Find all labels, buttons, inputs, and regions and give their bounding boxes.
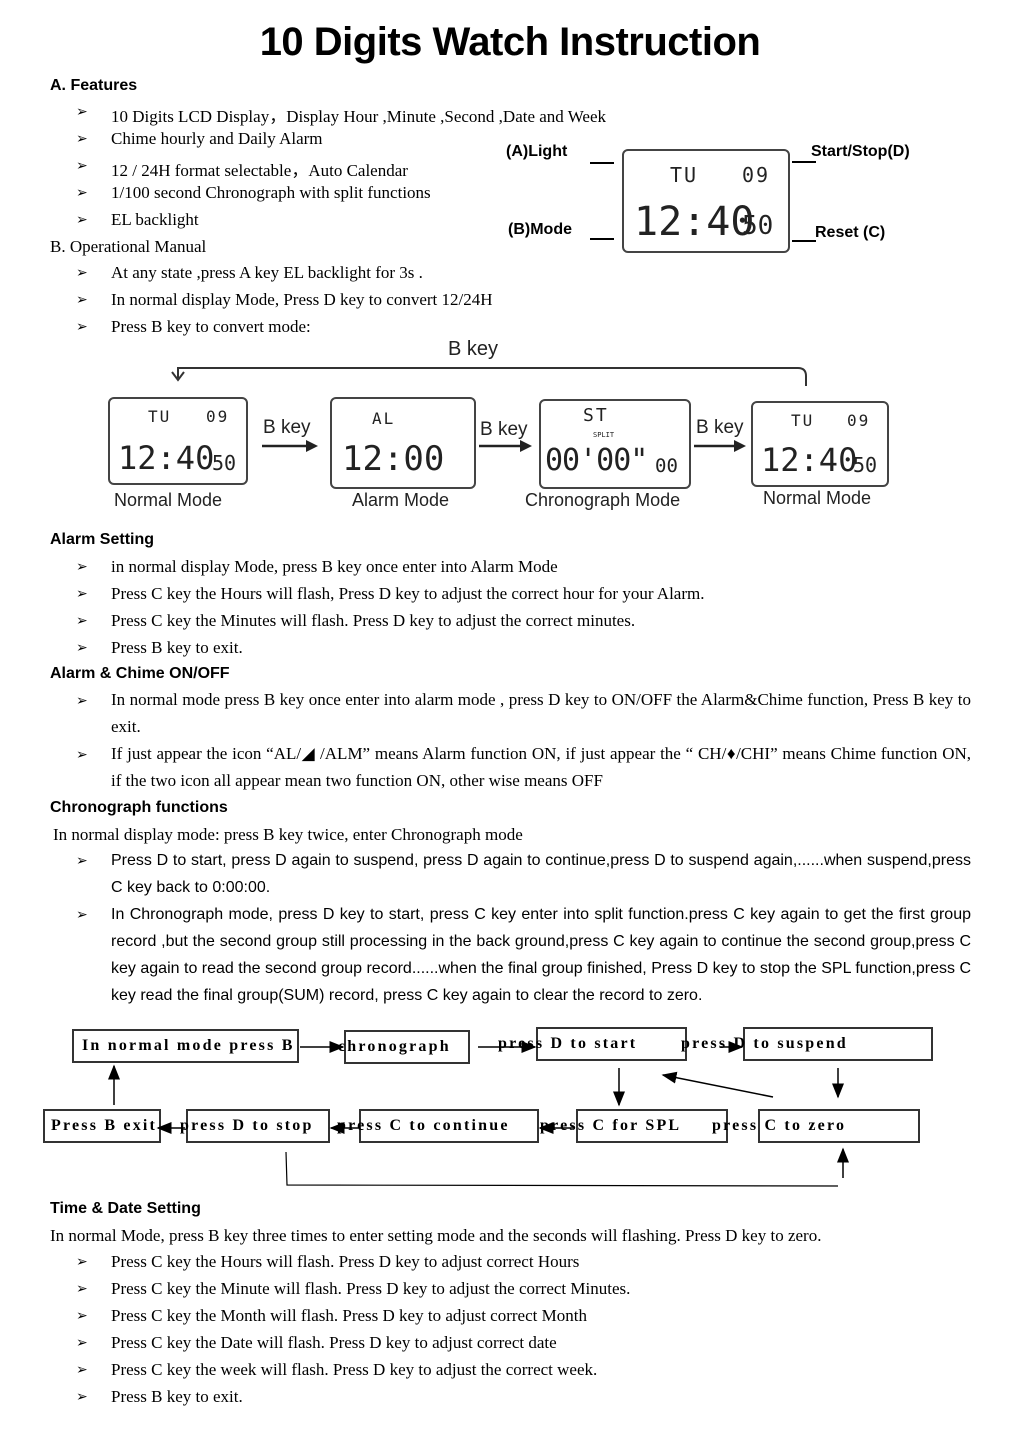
bullet-icon: ➢ [76,1389,88,1405]
bullet-icon: ➢ [76,1308,88,1324]
list-item: Press C key the Hours will flash. Press … [111,1252,580,1271]
arrow-zero-to-start [661,1071,774,1098]
list-item: Press C key the Month will flash. Press … [111,1306,587,1325]
time-date-intro: In normal Mode, press B key three times … [50,1226,822,1245]
bullet-icon: ➢ [76,1362,88,1378]
time-date-heading: Time & Date Setting [50,1200,201,1217]
list-item: Press B key to exit. [111,1387,243,1406]
list-item: Press C key the Minute will flash. Press… [111,1279,631,1298]
list-item: Press C key the week will flash. Press D… [111,1360,598,1379]
list-item: Press C key the Date will flash. Press D… [111,1333,557,1352]
bullet-icon: ➢ [76,1281,88,1297]
line-stop-to-zero [285,1151,839,1187]
bullet-icon: ➢ [76,1335,88,1351]
bullet-icon: ➢ [76,1254,88,1270]
